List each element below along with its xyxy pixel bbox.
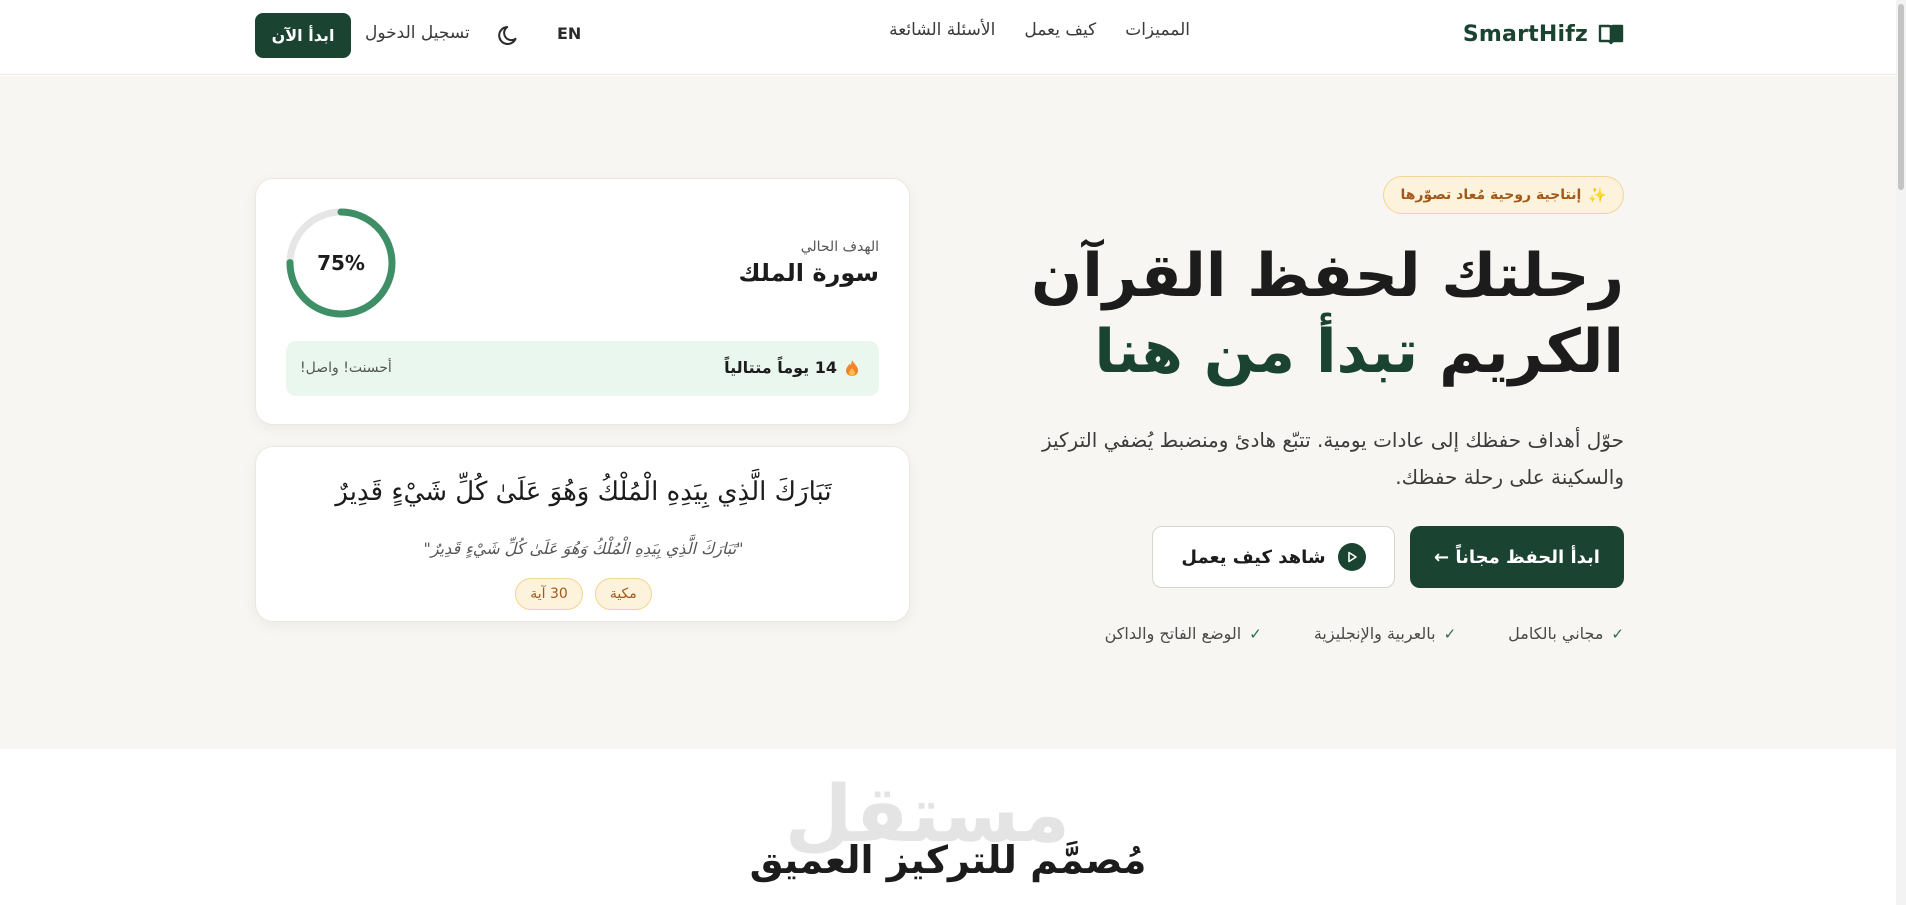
- feature-item: ✓ بالعربية والإنجليزية: [1314, 624, 1456, 643]
- nav-item-how-it-works[interactable]: كيف يعمل: [1024, 20, 1096, 40]
- check-icon: ✓: [1443, 624, 1457, 643]
- streak-note: أحسنت! واصل!: [300, 360, 392, 376]
- brand-logo[interactable]: SmartHifz: [1463, 16, 1624, 52]
- feature-item: ✓ مجاني بالكامل: [1508, 624, 1624, 643]
- verse-quote: "تَبَارَكَ الَّذِي بِيَدِهِ الْمُلْكُ وَ…: [423, 539, 744, 558]
- goal-label: الهدف الحالي: [800, 239, 879, 255]
- scrollbar-track[interactable]: [1896, 0, 1906, 905]
- brand-name: SmartHifz: [1462, 21, 1588, 47]
- watch-label: شاهد كيف يعمل: [1181, 546, 1326, 568]
- progress-percent: 75%: [317, 251, 365, 275]
- start-now-button[interactable]: ابدأ الآن: [255, 13, 351, 58]
- hero-title-line1: رحلتك لحفظ القرآن: [1031, 241, 1624, 311]
- tag-verse-count: 30 آية: [515, 578, 583, 610]
- section-title: مُصمَّم للتركيز العميق: [749, 838, 1147, 882]
- feature-item: ✓ الوضع الفاتح والداكن: [1105, 624, 1262, 643]
- main-nav: المميزات كيف يعمل الأسئلة الشائعة: [889, 20, 1190, 40]
- open-book-icon: [1598, 23, 1624, 45]
- fire-icon: [845, 359, 859, 377]
- sparkles-icon: ✨: [1588, 186, 1607, 204]
- scrollbar-thumb[interactable]: [1898, 4, 1904, 190]
- streak-label: 14 يوماً متتالياً: [724, 358, 837, 377]
- play-icon: [1337, 543, 1366, 571]
- verse-card: تَبَارَكَ الَّذِي بِيَدِهِ الْمُلْكُ وَه…: [255, 446, 910, 622]
- moon-icon[interactable]: [497, 22, 523, 48]
- verse-text: تَبَارَكَ الَّذِي بِيَدِهِ الْمُلْكُ وَه…: [335, 477, 832, 507]
- current-goal-card: 75% الهدف الحالي سورة الملك 14 يوماً متت…: [255, 178, 910, 425]
- hero-badge: ✨ إنتاجية روحية مُعاد تصوّرها: [1383, 176, 1624, 214]
- badge-label: إنتاجية روحية مُعاد تصوّرها: [1400, 187, 1582, 203]
- hero-title-accent: تبدأ من هنا: [1094, 317, 1419, 387]
- nav-item-faq[interactable]: الأسئلة الشائعة: [889, 20, 995, 40]
- tag-revelation: مكية: [594, 578, 652, 610]
- streak-info: 14 يوماً متتالياً: [724, 358, 859, 377]
- check-icon: ✓: [1249, 624, 1262, 643]
- hero-section: ✨ إنتاجية روحية مُعاد تصوّرها رحلتك لحفظ…: [0, 76, 1896, 749]
- verse-tags: مكية 30 آية: [256, 578, 911, 610]
- watch-how-it-works-button[interactable]: شاهد كيف يعمل: [1152, 526, 1395, 588]
- language-toggle[interactable]: EN: [557, 24, 581, 43]
- top-nav-bar: SmartHifz المميزات كيف يعمل الأسئلة الشا…: [0, 0, 1896, 75]
- page: SmartHifz المميزات كيف يعمل الأسئلة الشا…: [0, 0, 1906, 905]
- feature-label: مجاني بالكامل: [1508, 624, 1604, 643]
- nav-item-features[interactable]: المميزات: [1125, 20, 1190, 40]
- goal-title: سورة الملك: [738, 259, 879, 287]
- login-link[interactable]: تسجيل الدخول: [365, 23, 470, 43]
- feature-label: بالعربية والإنجليزية: [1313, 624, 1436, 643]
- streak-banner: 14 يوماً متتالياً أحسنت! واصل!: [286, 341, 879, 396]
- check-icon: ✓: [1611, 624, 1624, 643]
- hero-description: حوّل أهداف حفظك إلى عادات يومية. تتبّع ه…: [1041, 428, 1624, 489]
- feature-list: ✓ مجاني بالكامل ✓ بالعربية والإنجليزية ✓…: [1105, 624, 1624, 643]
- start-memorizing-button[interactable]: ابدأ الحفظ مجاناً ←: [1410, 526, 1624, 588]
- feature-label: الوضع الفاتح والداكن: [1104, 624, 1242, 643]
- hero-title: رحلتك لحفظ القرآن الكريم تبدأ من هنا: [1004, 238, 1624, 390]
- hero-title-line2a: الكريم: [1439, 317, 1624, 387]
